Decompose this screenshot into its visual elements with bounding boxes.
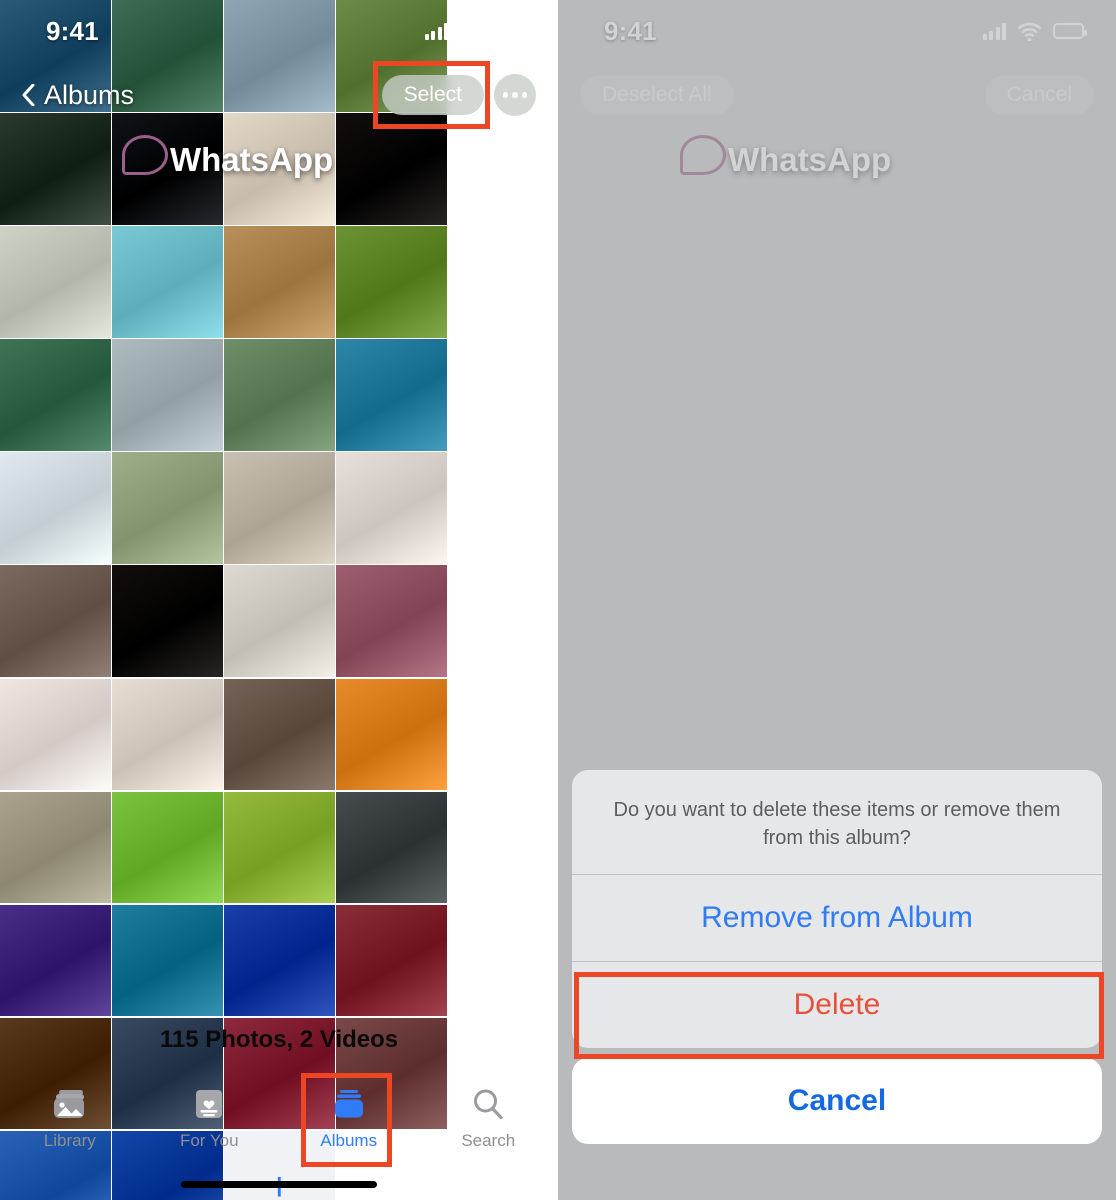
back-button-label: Albums (44, 79, 135, 110)
more-options-button[interactable] (494, 74, 536, 116)
photo-grid[interactable]: WhatsApp+ (0, 0, 558, 1200)
memories-card-icon (194, 1084, 224, 1124)
photo-thumbnail[interactable] (336, 226, 447, 338)
photo-thumbnail[interactable] (0, 565, 111, 678)
tab-library-label: Library (43, 1131, 96, 1150)
photo-thumbnail[interactable] (224, 452, 335, 564)
photo-thumbnail[interactable] (336, 678, 447, 791)
remove-from-album-action[interactable]: Remove from Album (572, 875, 1102, 961)
action-sheet-container: Do you want to delete these items or rem… (558, 770, 1116, 1200)
search-icon (472, 1084, 504, 1124)
tab-search-label: Search (461, 1131, 516, 1150)
tab-search[interactable]: Search (419, 1078, 559, 1151)
chevron-left-icon (22, 84, 35, 106)
photo-thumbnail[interactable] (112, 904, 223, 1017)
ellipsis-icon (502, 92, 528, 98)
photo-thumbnail[interactable] (112, 565, 223, 678)
photo-thumbnail[interactable] (0, 678, 111, 791)
action-sheet-cancel-button[interactable]: Cancel (572, 1058, 1102, 1144)
action-sheet: Do you want to delete these items or rem… (572, 770, 1102, 1048)
photo-count-label: 115 Photos, 2 Videos (159, 1026, 399, 1053)
left-phone-screen: WhatsApp+ 9:41 Albums (0, 0, 558, 1200)
photo-thumbnail[interactable] (224, 565, 335, 678)
photo-thumbnail[interactable] (112, 452, 223, 564)
photo-thumbnail[interactable] (336, 339, 447, 451)
select-button[interactable]: Select (381, 75, 484, 115)
navigation-bar: Albums Select (0, 62, 558, 128)
photo-thumbnail[interactable] (0, 226, 111, 338)
tab-albums-label: Albums (320, 1131, 378, 1150)
photo-thumbnail[interactable] (0, 452, 111, 564)
delete-action[interactable]: Delete (572, 962, 1102, 1048)
photo-thumbnail[interactable] (336, 452, 447, 564)
photo-thumbnail[interactable] (224, 113, 335, 225)
photo-thumbnail[interactable] (0, 339, 111, 451)
tab-for-you[interactable]: For You (140, 1078, 280, 1151)
photo-thumbnail[interactable] (112, 226, 223, 338)
photo-thumbnail[interactable] (0, 113, 111, 225)
tab-for-you-label: For You (179, 1131, 239, 1150)
photo-thumbnail[interactable] (0, 791, 111, 904)
whatsapp-logo-icon (122, 135, 168, 176)
albums-stack-icon (332, 1084, 366, 1124)
home-indicator (181, 1181, 377, 1188)
right-phone-screen: WhatsApp 9:41 Deselect All Cancel (558, 0, 1116, 1200)
photo-thumbnail[interactable] (112, 339, 223, 451)
photo-thumbnail[interactable] (224, 226, 335, 338)
tab-library[interactable]: Library (0, 1078, 140, 1151)
photo-stack-icon (53, 1084, 87, 1124)
photo-thumbnail[interactable] (112, 791, 223, 904)
photo-thumbnail[interactable]: WhatsApp (112, 113, 333, 225)
tab-albums[interactable]: Albums (279, 1078, 419, 1151)
photo-thumbnail[interactable] (336, 904, 447, 1017)
tab-bar: Library For You Albums Search (0, 1078, 558, 1168)
photo-thumbnail[interactable] (224, 339, 335, 451)
photo-thumbnail[interactable] (112, 678, 223, 791)
photo-thumbnail[interactable] (336, 791, 447, 904)
photo-thumbnail[interactable] (336, 113, 447, 225)
photo-thumbnail[interactable] (336, 565, 447, 678)
photo-thumbnail[interactable] (224, 678, 335, 791)
photo-thumbnail[interactable] (0, 904, 111, 1017)
comparison-screenshot: WhatsApp+ 9:41 Albums (0, 0, 1116, 1200)
action-sheet-message: Do you want to delete these items or rem… (613, 799, 1061, 849)
back-button[interactable]: Albums (22, 80, 134, 111)
photo-thumbnail[interactable] (224, 904, 335, 1017)
photo-thumbnail[interactable] (224, 791, 335, 904)
